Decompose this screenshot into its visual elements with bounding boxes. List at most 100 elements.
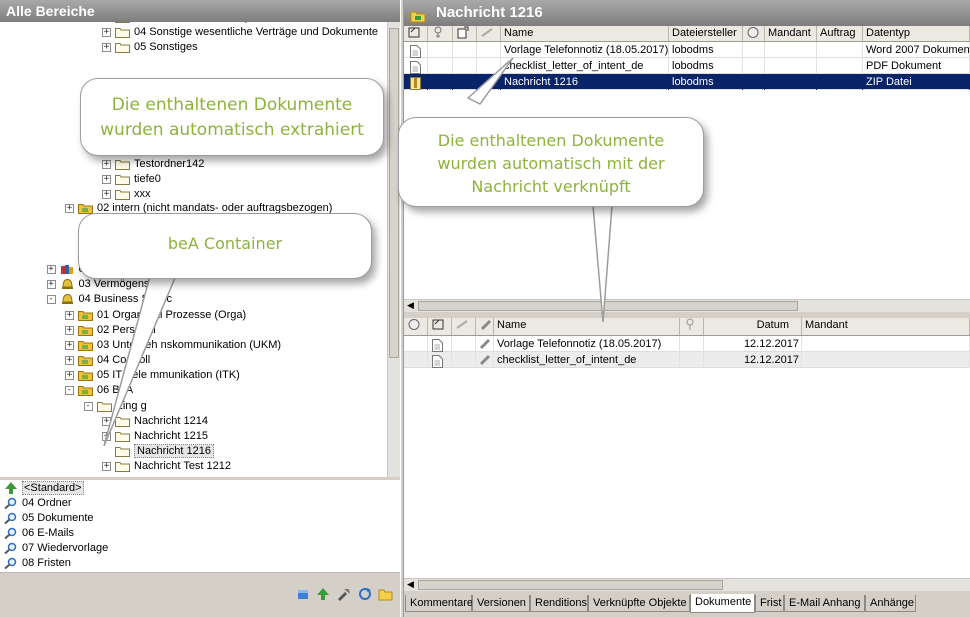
attachment-icon xyxy=(479,354,492,368)
state-column-icon[interactable] xyxy=(404,26,428,41)
tab-e-mail-anhang[interactable]: E-Mail Anhang xyxy=(784,595,865,612)
scroll-left-arrow-icon[interactable]: ◀ xyxy=(407,579,414,590)
column-header-creator[interactable]: Dateiersteller xyxy=(669,26,743,41)
tree-item[interactable]: + Nachricht 1215 xyxy=(102,429,208,444)
expand-icon[interactable]: + xyxy=(46,279,56,289)
tree-item[interactable]: +05 Sonstiges xyxy=(102,40,198,55)
link-column-icon[interactable] xyxy=(477,26,501,41)
column-header-datum[interactable]: Datum xyxy=(704,318,802,335)
saved-search-item[interactable]: 08 Fristen xyxy=(4,556,71,571)
expand-icon[interactable]: + xyxy=(102,42,111,52)
column-header-datentyp[interactable]: Datentyp xyxy=(863,26,970,41)
tree-icon[interactable] xyxy=(316,587,330,601)
tree-item[interactable]: +04 Sonstige wesentliche Verträge und Do… xyxy=(102,25,378,40)
tree-item-label: xxx xyxy=(134,188,151,200)
tree-item[interactable]: +04 Controll xyxy=(65,353,150,368)
tree-item[interactable]: + xxx xyxy=(102,187,151,202)
saved-search-item[interactable]: 04 Ordner xyxy=(4,496,72,511)
saved-search-item[interactable]: 07 Wiedervorlage xyxy=(4,541,108,556)
table-row[interactable]: Vorlage Telefonnotiz (18.05.2017) 12.12.2… xyxy=(404,336,970,352)
lower-horizontal-scrollbar[interactable]: ◀ xyxy=(404,578,970,591)
expand-icon[interactable]: + xyxy=(102,461,111,471)
tree-item-label: tiefe0 xyxy=(134,173,161,185)
lock-column-icon[interactable] xyxy=(680,318,704,335)
expand-icon[interactable]: + xyxy=(102,416,111,426)
callout-extracted-line-2: wurden automatisch extrahiert xyxy=(100,120,364,140)
expand-icon[interactable]: + xyxy=(102,159,111,169)
tab-versionen[interactable]: Versionen xyxy=(472,595,530,612)
tab-dokumente[interactable]: Dokumente xyxy=(690,594,755,613)
tree-item[interactable]: +03 Vermögensbetr xyxy=(46,277,168,292)
saved-search-item[interactable]: <Standard> xyxy=(4,481,84,496)
column-header-name[interactable]: Name xyxy=(501,26,669,41)
link-column-icon[interactable] xyxy=(452,318,476,335)
tree-scrollbar[interactable] xyxy=(387,22,400,477)
tab-kommentare[interactable]: Kommentare xyxy=(405,595,473,612)
tab-renditions[interactable]: Renditions xyxy=(530,595,588,612)
saved-search-item[interactable]: 06 E-Mails xyxy=(4,526,74,541)
tree-item[interactable]: + Nachricht Test 1212 xyxy=(102,459,231,474)
column-header-auftrag[interactable]: Auftrag xyxy=(817,26,863,41)
tools-icon[interactable] xyxy=(337,587,351,601)
tab-frist[interactable]: Frist xyxy=(755,595,784,612)
expand-icon[interactable]: + xyxy=(65,355,74,365)
saved-search-item[interactable]: 05 Dokumente xyxy=(4,511,94,526)
scroll-left-arrow-icon[interactable]: ◀ xyxy=(407,300,414,311)
tree-item[interactable]: +05 IT, Tele mmunikation (ITK) xyxy=(65,368,240,383)
cube-icon[interactable] xyxy=(296,587,310,601)
magnifier-icon xyxy=(4,527,18,540)
cell-creator: lobodms xyxy=(669,74,743,90)
status-column-icon[interactable] xyxy=(404,318,428,335)
state-column-icon[interactable] xyxy=(428,318,452,335)
column-header-mandant[interactable]: Mandant xyxy=(765,26,817,41)
tab-verknüpfte-objekte[interactable]: Verknüpfte Objekte xyxy=(588,595,690,612)
tree-item[interactable]: - 06 BeA xyxy=(65,383,133,398)
cell-datentyp: ZIP Datei xyxy=(863,74,970,90)
callout-container: beA Container xyxy=(78,213,372,279)
table-row[interactable]: Nachricht 1216 lobodms ZIP Datei xyxy=(404,74,970,90)
folder-icon[interactable] xyxy=(378,587,393,601)
expand-icon[interactable]: + xyxy=(102,174,111,184)
scrollbar-thumb[interactable] xyxy=(418,301,798,311)
tree-item[interactable]: - 04 Business Servic xyxy=(46,292,172,307)
attachment-column-icon[interactable] xyxy=(476,318,494,335)
tree-item[interactable]: + Nachricht 1214 xyxy=(102,414,208,429)
tree-item-label: 04 Controll xyxy=(97,354,151,366)
saved-search-label: <Standard> xyxy=(22,481,84,495)
tree-item[interactable]: + Testordner142 xyxy=(102,157,204,172)
expand-icon[interactable]: + xyxy=(102,189,111,199)
tree-item[interactable]: +01 Organisati Prozesse (Orga) xyxy=(65,308,246,323)
tree-item[interactable]: - Eing g xyxy=(83,399,147,414)
folder-icon xyxy=(115,416,130,427)
lock-column-icon[interactable] xyxy=(428,26,453,41)
upper-horizontal-scrollbar[interactable]: ◀ xyxy=(404,299,970,312)
tree-item[interactable]: +03 Unterneh nskommunikation (UKM) xyxy=(65,338,281,353)
refresh-icon[interactable] xyxy=(358,587,372,601)
expand-icon[interactable]: + xyxy=(46,264,56,274)
tree-item-label: 02 Personal xyxy=(97,324,156,336)
collapse-icon[interactable]: - xyxy=(46,294,56,304)
expand-icon[interactable]: + xyxy=(65,370,74,380)
saved-search-label: 06 E-Mails xyxy=(22,527,74,539)
expand-icon[interactable]: + xyxy=(102,431,111,441)
tree-item[interactable]: Nachricht 1216 xyxy=(102,444,214,459)
expand-icon[interactable]: + xyxy=(102,27,111,37)
scrollbar-thumb[interactable] xyxy=(418,580,723,590)
tab-anhänge[interactable]: Anhänge xyxy=(865,595,916,612)
column-header-name[interactable]: Name xyxy=(494,318,680,335)
expand-icon[interactable]: + xyxy=(65,203,74,213)
table-row[interactable]: checklist_letter_of_intent_de lobodms PDF … xyxy=(404,58,970,74)
callout-container-label: beA Container xyxy=(167,234,283,253)
tree-item[interactable]: + tiefe0 xyxy=(102,172,161,187)
collapse-icon[interactable]: - xyxy=(83,401,93,411)
collapse-icon[interactable]: - xyxy=(65,385,74,395)
table-row[interactable]: checklist_letter_of_intent_de 12.12.2017 xyxy=(404,352,970,368)
column-header-mandant[interactable]: Mandant xyxy=(802,318,970,335)
expand-icon[interactable]: + xyxy=(65,340,74,350)
checkout-column-icon[interactable] xyxy=(453,26,477,41)
expand-icon[interactable]: + xyxy=(65,325,74,335)
expand-icon[interactable]: + xyxy=(65,310,74,320)
status-column-icon[interactable] xyxy=(743,26,765,41)
table-row[interactable]: Vorlage Telefonnotiz (18.05.2017) lobodms… xyxy=(404,42,970,58)
tree-item[interactable]: +02 Personal xyxy=(65,323,156,338)
